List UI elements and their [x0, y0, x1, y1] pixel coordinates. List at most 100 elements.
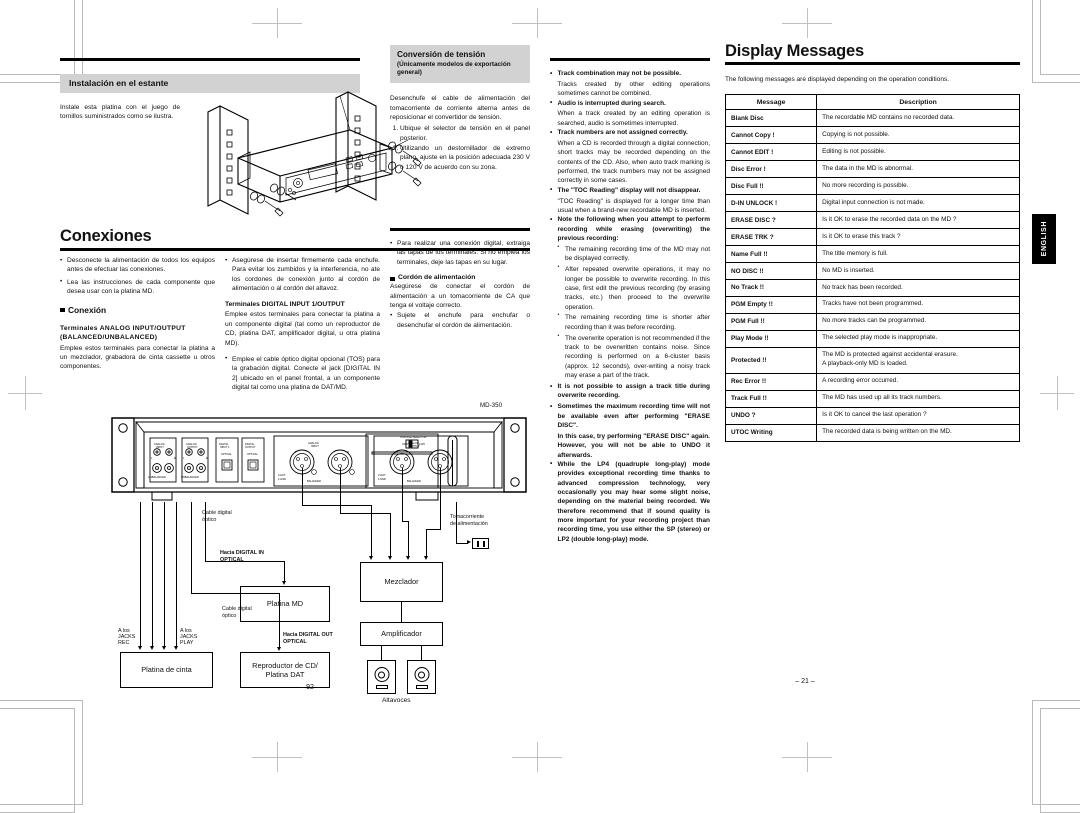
- display-messages-title: Display Messages: [725, 42, 864, 60]
- wire-xlr-2v: [390, 513, 392, 558]
- table-row: Cannot Copy ! Copying is not possible.: [724, 126, 1020, 145]
- table-row: PGM Empty !! Tracks have not been program…: [724, 295, 1020, 314]
- svg-text:1:GND: 1:GND: [278, 477, 286, 481]
- left-page: Instalación en el estante Instale esta p…: [60, 45, 530, 718]
- power-cord-heading-list: Cordón de alimentación: [390, 274, 530, 282]
- wire-amp-to-spk-left: [381, 646, 383, 660]
- svg-text:INPUT: INPUT: [156, 445, 164, 449]
- optical-cable-list: Emplee el cable óptico digital opcional …: [225, 354, 380, 392]
- diagram-box-tape-deck: Platina de cinta: [120, 652, 213, 688]
- cell-message: Track Full !!: [724, 389, 818, 408]
- note-item: When a CD is recorded through a digital …: [557, 140, 711, 185]
- cell-description: Is it OK to cancel the last operation ?: [816, 406, 1020, 425]
- registration-mark-left-middle: [8, 376, 42, 410]
- cell-description: The MD has used up all its track numbers…: [816, 389, 1020, 408]
- connection-subheading-list: Conexión: [60, 305, 215, 315]
- column-header-message: Message: [724, 94, 818, 111]
- svg-text:INPUT: INPUT: [311, 444, 319, 448]
- svg-text:OPTICAL: OPTICAL: [247, 453, 258, 456]
- speakers-label: Altavoces: [382, 697, 411, 704]
- table-row: Name Full !! The title memory is full.: [724, 245, 1020, 264]
- note-item: In this case, try performing "ERASE DISC…: [557, 432, 711, 459]
- english-side-tab: ENGLISH: [1032, 214, 1056, 264]
- list-item: Asegúrese de insertar firmemente cada en…: [225, 255, 380, 293]
- note-item: The "TOC Reading" display will not disap…: [550, 185, 710, 195]
- cd-dat-label: Reproductor de CD/ Platina DAT: [252, 660, 318, 679]
- cell-description: The selected play mode is inappropriate.: [816, 329, 1020, 348]
- arrow-cd-dat: [276, 647, 281, 651]
- cell-message: D-IN UNLOCK !: [724, 194, 818, 213]
- registration-mark-bottom-center: [512, 742, 562, 772]
- svg-text:OUTPUT: OUTPUT: [187, 445, 198, 449]
- wire-optical-out-2: [205, 561, 285, 563]
- list-item: Lea las instrucciones de cada componente…: [60, 277, 215, 297]
- svg-text:INPUT 1: INPUT 1: [220, 446, 230, 449]
- power-plug-note-list: Sujete el enchufe para enchufar o desenc…: [390, 311, 530, 330]
- notes-column: Track combination may not be possible. T…: [550, 58, 710, 546]
- cell-message: ERASE TRK ?: [724, 228, 818, 247]
- diagram-box-md-deck: Platina MD: [240, 586, 330, 622]
- note-item: Track numbers are not assigned correctly…: [550, 128, 710, 138]
- digital-connection-note-list: Para realizar una conexión digital, extr…: [390, 239, 530, 267]
- display-messages-table-body: Blank Disc The recordable MD contains no …: [724, 109, 1020, 442]
- cell-description: The data in the MD is abnormal.: [816, 160, 1020, 179]
- display-messages-table: Message Description Blank Disc The record…: [724, 94, 1020, 442]
- wire-xlr-1: [302, 468, 304, 506]
- svg-text:2:HOT: 2:HOT: [278, 473, 286, 477]
- arrow-mixer-2: [387, 556, 392, 560]
- arrow-rca-3: [161, 646, 166, 650]
- wire-xlr-4h: [426, 529, 441, 531]
- digital-terminals-heading: Terminales DIGITAL INPUT 1/OUTPUT: [225, 301, 345, 309]
- wire-optical-in-2: [191, 593, 280, 595]
- note-item: Track combination may not be possible.: [550, 68, 710, 78]
- cell-description: The MD is protected against accidental e…: [816, 346, 1020, 374]
- note-item: It is not possible to assign a track tit…: [550, 382, 710, 401]
- crop-mark-top-right-inner: [1032, 0, 1080, 83]
- list-item: Ubique el selector de tensión en el pane…: [400, 124, 530, 143]
- note-item: While the LP4 (quadruple long-play) mode…: [550, 459, 710, 544]
- speaker-port-right: [415, 685, 428, 689]
- note-subitem: After repeated overwrite operations, it …: [558, 264, 711, 312]
- display-messages-intro: The following messages are displayed dep…: [725, 76, 950, 84]
- wire-rca-3: [164, 502, 166, 648]
- digital-terminals-body: Emplee estos terminales para conectar la…: [225, 311, 380, 347]
- svg-text:BALANCED: BALANCED: [307, 479, 321, 483]
- cell-message: Play Mode !!: [724, 329, 818, 348]
- arrow-mixer-4: [423, 556, 428, 560]
- wire-rca-4: [176, 502, 178, 648]
- table-row: No Track !! No track has been recorded.: [724, 279, 1020, 297]
- voltage-section-rule: [390, 228, 530, 232]
- list-item: Utilizando un destornillador de extremo …: [400, 144, 530, 172]
- power-cord-heading: Cordón de alimentación: [390, 274, 530, 282]
- cell-message: PGM Empty !!: [724, 295, 818, 314]
- cell-description: Is it OK to erase the recorded data on t…: [816, 211, 1020, 230]
- table-row: UNDO ? Is it OK to cancel the last operat…: [724, 406, 1020, 425]
- note-item: When a track created by an editing opera…: [557, 110, 711, 127]
- table-row: UTOC Writing The recorded data is being w…: [724, 423, 1020, 442]
- svg-text:L: L: [295, 450, 297, 454]
- svg-text:UNBALANCED: UNBALANCED: [181, 475, 199, 479]
- svg-text:VOLTAGE SELECTOR: VOLTAGE SELECTOR: [400, 435, 427, 439]
- wire-rca-1: [140, 502, 142, 648]
- display-messages-section: Display Messages The following messages …: [724, 42, 1020, 442]
- svg-text:R: R: [347, 450, 349, 454]
- svg-text:OPTICAL: OPTICAL: [221, 453, 232, 456]
- wire-optical-in-3: [279, 593, 281, 649]
- svg-text:120V: 120V: [419, 442, 425, 446]
- registration-mark-top-left: [252, 8, 302, 38]
- registration-mark-bottom-left: [252, 742, 302, 772]
- voltage-heading-line1: Conversión de tensión: [397, 50, 486, 59]
- cell-description: Digital input connection is not made.: [816, 194, 1020, 213]
- left-col-2: Asegúrese de insertar firmemente cada en…: [225, 255, 380, 395]
- display-messages-rule: [725, 62, 1020, 66]
- cell-message: Blank Disc: [724, 109, 818, 128]
- cell-description: No track has been recorded.: [816, 279, 1020, 297]
- cell-description: Tracks have not been programmed.: [816, 295, 1020, 314]
- note-item: "TOC Reading" is displayed for a longer …: [557, 197, 711, 215]
- arrow-rca-4: [173, 646, 178, 650]
- cell-description: The recorded data is being written on th…: [816, 423, 1020, 442]
- table-row: D-IN UNLOCK ! Digital input connection is…: [724, 194, 1020, 213]
- cell-message: NO DISC !!: [724, 262, 818, 280]
- speaker-cone-right: [414, 667, 429, 682]
- left-col-3: Conversión de tensión (Únicamente modelo…: [390, 45, 530, 333]
